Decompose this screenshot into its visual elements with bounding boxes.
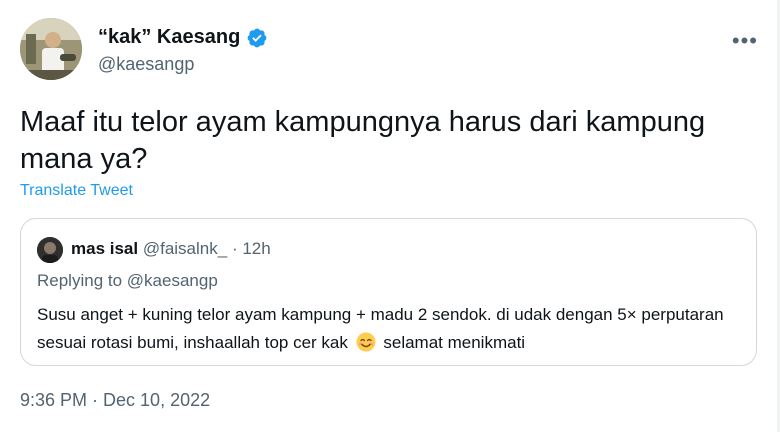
quoted-tweet-age: 12h xyxy=(242,239,271,258)
more-horizontal-icon[interactable]: ••• xyxy=(732,28,758,54)
author-name[interactable]: “kak” Kaesang xyxy=(98,26,240,49)
verified-badge-icon xyxy=(247,28,267,47)
tweet-timestamp[interactable]: 9:36 PM · Dec 10, 2022 xyxy=(20,390,210,411)
quoted-author-name[interactable]: mas isal xyxy=(71,239,138,258)
tweet-text: Maaf itu telor ayam kampungnya harus dar… xyxy=(20,106,706,175)
smiling-face-emoji-icon xyxy=(356,332,376,352)
replying-to-label: Replying to xyxy=(37,271,123,290)
replying-to-line: Replying to @kaesangp xyxy=(37,271,218,291)
quoted-author-handle[interactable]: @faisalnk_ xyxy=(143,239,227,258)
quoted-text-after-emoji: selamat menikmati xyxy=(383,333,526,352)
author-name-row: “kak” Kaesang xyxy=(98,26,268,49)
quoted-tweet-header: mas isal @faisalnk_ · 12h xyxy=(71,239,271,259)
meta-separator: · xyxy=(231,239,238,258)
translate-tweet-link[interactable]: Translate Tweet xyxy=(20,182,133,200)
quoted-tweet-card[interactable]: mas isal @faisalnk_ · 12h Replying to @k… xyxy=(20,218,757,366)
author-avatar[interactable] xyxy=(20,18,82,80)
quoted-tweet-text: Susu anget + kuning telor ayam kampung +… xyxy=(37,301,737,357)
author-photo-icon xyxy=(20,18,82,80)
tweet-header: “kak” Kaesang @kaesangp ••• xyxy=(20,18,760,84)
quoted-author-avatar[interactable] xyxy=(37,237,63,263)
author-handle[interactable]: @kaesangp xyxy=(98,54,194,75)
replying-to-handle[interactable]: @kaesangp xyxy=(127,271,218,290)
quoted-author-photo-icon xyxy=(37,237,63,263)
quoted-text-before-emoji: Susu anget + kuning telor ayam kampung +… xyxy=(37,305,724,352)
